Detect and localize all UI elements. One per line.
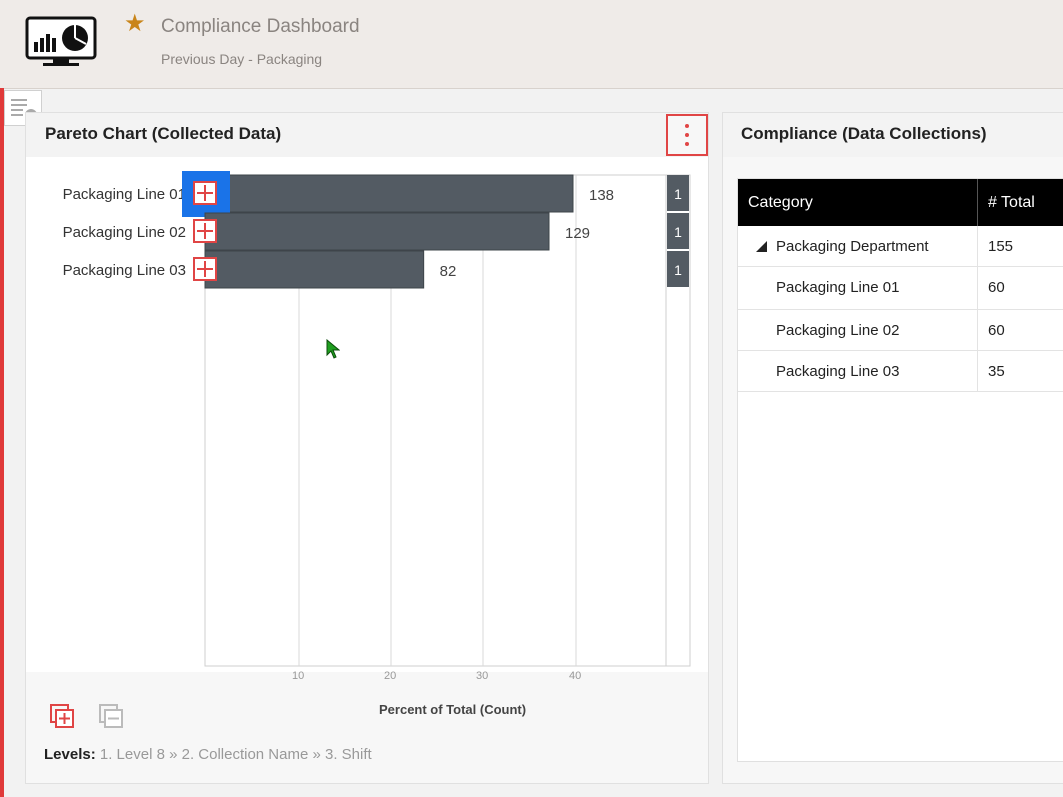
- bar: [204, 250, 425, 289]
- star-icon[interactable]: ★: [124, 10, 146, 38]
- card-title: Compliance (Data Collections): [741, 124, 987, 143]
- value-label: 82: [440, 263, 457, 280]
- compliance-card: Compliance (Data Collections) Category #…: [722, 112, 1063, 784]
- page-subtitle: Previous Day - Packaging: [161, 51, 323, 67]
- dashboard-icon: [25, 16, 97, 66]
- value-label: 138: [589, 187, 614, 204]
- column-header-category[interactable]: Category: [748, 194, 813, 212]
- x-tick-label: 40: [569, 670, 582, 682]
- cumulative-label: 1: [674, 186, 682, 202]
- bar: [204, 174, 574, 213]
- cumulative-label: 1: [674, 262, 682, 278]
- table-row[interactable]: Packaging Department 155: [738, 226, 1063, 267]
- compliance-table: Category # Total Packaging Department 15…: [737, 178, 1063, 762]
- column-header-total[interactable]: # Total: [988, 194, 1035, 212]
- collapse-all-icon[interactable]: [98, 703, 124, 729]
- chart-area: Packaging Line 01 138 1 Packaging Line 02 12…: [26, 157, 708, 672]
- pareto-chart: Packaging Line 01 138 1 Packaging Line 02 12…: [63, 171, 691, 667]
- table-row[interactable]: Packaging Line 03 35: [738, 351, 1063, 392]
- table-header: Category # Total: [738, 179, 1063, 226]
- category-label: Packaging Line 01: [63, 186, 186, 203]
- collapse-triangle-icon[interactable]: [756, 241, 767, 252]
- page-title: Compliance Dashboard: [161, 16, 360, 37]
- cumulative-label: 1: [674, 224, 682, 240]
- levels-breadcrumb: Levels: 1. Level 8 » 2. Collection Name …: [44, 746, 372, 763]
- x-tick-label: 30: [476, 670, 489, 682]
- cursor-icon: [326, 339, 340, 359]
- app-header: ★ Compliance Dashboard Previous Day - Pa…: [0, 0, 1063, 89]
- pareto-chart-card: Pareto Chart (Collected Data) Packaging …: [25, 112, 709, 784]
- x-tick-label: 20: [384, 670, 397, 682]
- more-options-button[interactable]: [666, 114, 708, 156]
- more-vert-icon: [685, 124, 689, 128]
- table-row[interactable]: Packaging Line 02 60: [738, 310, 1063, 351]
- expand-all-icon[interactable]: [49, 703, 75, 729]
- table-row[interactable]: Packaging Line 01 60: [738, 267, 1063, 310]
- card-header: Compliance (Data Collections): [723, 113, 1063, 157]
- left-accent-bar: [0, 88, 4, 797]
- card-title: Pareto Chart (Collected Data): [45, 124, 282, 143]
- category-label: Packaging Line 02: [63, 224, 186, 241]
- value-label: 129: [565, 225, 590, 242]
- x-tick-label: 10: [292, 670, 305, 682]
- x-axis-title: Percent of Total (Count): [379, 702, 527, 717]
- card-header: Pareto Chart (Collected Data): [26, 113, 708, 157]
- category-label: Packaging Line 03: [63, 262, 186, 279]
- levels-path[interactable]: 1. Level 8 » 2. Collection Name » 3. Shi…: [100, 746, 372, 763]
- bar: [204, 212, 550, 251]
- levels-label: Levels:: [44, 746, 96, 763]
